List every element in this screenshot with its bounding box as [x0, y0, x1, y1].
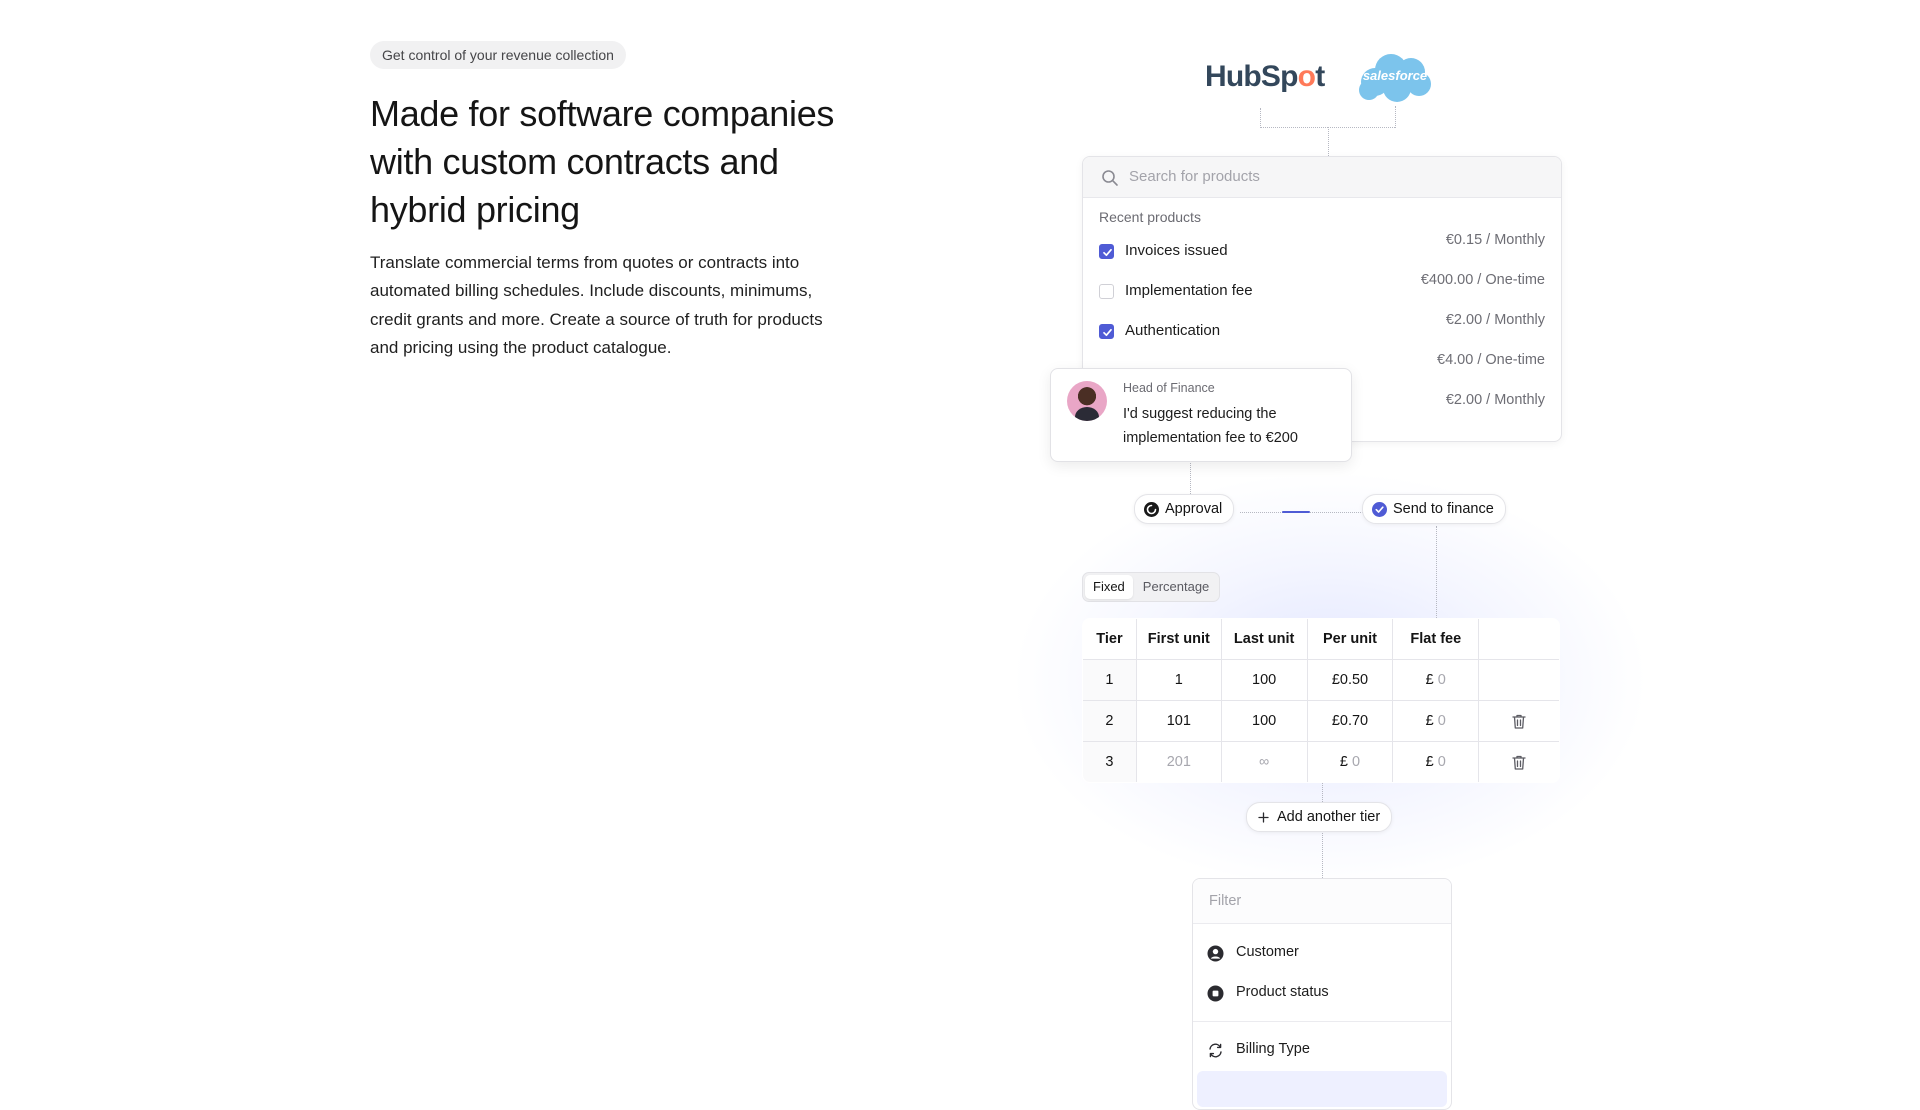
comment-author-role: Head of Finance [1123, 381, 1215, 395]
check-circle-icon [1372, 501, 1387, 517]
flat-fee-cell[interactable]: £ 0 [1392, 659, 1480, 701]
product-price: €2.00 / Monthly [1445, 312, 1545, 328]
plus-icon [1258, 811, 1269, 823]
refresh-icon [1209, 1043, 1222, 1058]
connector [1328, 127, 1329, 156]
toggle-fixed[interactable]: Fixed [1085, 575, 1133, 599]
approval-icon [1144, 501, 1159, 517]
connector [1322, 830, 1323, 878]
flat-fee-cell[interactable]: £ 0 [1392, 741, 1480, 782]
column-header-tier: Tier [1083, 619, 1137, 660]
actions-cell [1478, 659, 1559, 701]
column-header-last-unit: Last unit [1221, 619, 1308, 660]
per-unit-cell[interactable]: £ 0 [1307, 741, 1394, 782]
divider [1193, 1021, 1451, 1022]
tier-number: 3 [1083, 741, 1137, 782]
approval-pill[interactable]: Approval [1134, 494, 1235, 524]
toggle-percentage[interactable]: Percentage [1135, 575, 1218, 599]
product-price: €4.00 / One-time [1437, 352, 1545, 368]
comment-text: I'd suggest reducing the implementation … [1123, 406, 1298, 446]
filter-panel: Filter Customer Product status Billing T… [1192, 878, 1452, 1110]
trash-icon[interactable] [1511, 754, 1527, 771]
connector-progress [1282, 511, 1310, 513]
column-header-per-unit: Per unit [1307, 619, 1394, 660]
column-header-first-unit: First unit [1136, 619, 1222, 660]
connector [1395, 106, 1396, 128]
recent-products-label: Recent products [1099, 209, 1201, 225]
checkbox-checked[interactable] [1099, 324, 1114, 339]
product-name: Implementation fee [1125, 282, 1253, 299]
hero-pill: Get control of your revenue collection [370, 41, 626, 69]
page-title: Made for software companies with custom … [370, 93, 835, 230]
connector [1436, 526, 1437, 618]
product-name: Authentication [1125, 322, 1221, 339]
actions-cell [1478, 700, 1559, 742]
filter-item-billing-type[interactable]: Billing Type [1193, 1032, 1451, 1068]
filter-item-label: Product status [1236, 984, 1329, 1000]
trash-icon[interactable] [1511, 713, 1527, 730]
actions-cell [1479, 742, 1559, 783]
comment-card: Head of Finance I'd suggest reducing the… [1050, 368, 1352, 462]
connector [1260, 108, 1261, 128]
last-unit-cell[interactable]: ∞ [1221, 741, 1308, 782]
product-row[interactable]: Invoices issued €0.15 / Monthly [1083, 232, 1561, 272]
per-unit-cell[interactable]: £0.70 [1307, 700, 1394, 742]
checkbox[interactable] [1099, 284, 1114, 299]
first-unit-cell[interactable]: 101 [1136, 700, 1222, 742]
filter-item-label: Customer [1236, 944, 1299, 960]
product-search[interactable]: Search for products [1083, 157, 1561, 198]
filter-item-highlighted[interactable] [1197, 1071, 1447, 1107]
last-unit-cell[interactable]: 100 [1221, 700, 1308, 742]
table-row: 1 1 100 £0.50 £ 0 [1083, 659, 1559, 701]
connector [1260, 127, 1328, 128]
salesforce-logo-text: salesforce [1362, 68, 1428, 83]
first-unit-cell[interactable]: 1 [1136, 659, 1222, 701]
hubspot-logo: HubSpot [1205, 60, 1325, 93]
product-row[interactable]: Implementation fee €400.00 / One-time [1083, 272, 1561, 312]
product-price: €2.00 / Monthly [1445, 392, 1545, 408]
column-header-flat-fee: Flat fee [1392, 619, 1480, 660]
search-placeholder: Search for products [1129, 168, 1260, 185]
tier-table: Tier First unit Last unit Per unit Flat … [1082, 618, 1560, 783]
filter-placeholder: Filter [1209, 893, 1242, 909]
table-row: 2 101 100 £0.70 £ 0 [1083, 700, 1559, 742]
flat-fee-cell[interactable]: £ 0 [1392, 700, 1480, 742]
column-header-actions [1478, 619, 1559, 660]
tier-number: 1 [1083, 659, 1137, 701]
filter-item-customer[interactable]: Customer [1193, 935, 1451, 971]
approval-label: Approval [1165, 501, 1223, 517]
add-tier-button[interactable]: Add another tier [1246, 802, 1393, 832]
filter-item-label: Billing Type [1236, 1041, 1310, 1057]
product-name: Invoices issued [1125, 242, 1228, 259]
avatar [1067, 381, 1107, 421]
search-icon [1102, 170, 1118, 186]
product-price: €400.00 / One-time [1420, 272, 1545, 288]
last-unit-cell[interactable]: 100 [1221, 659, 1308, 701]
connector [1328, 127, 1395, 128]
connector [1322, 780, 1323, 802]
per-unit-cell[interactable]: £0.50 [1307, 659, 1394, 701]
table-row: 3 201 ∞ £ 0 £ 0 [1083, 741, 1559, 783]
product-row[interactable]: Authentication €2.00 / Monthly [1083, 312, 1561, 352]
send-to-finance-label: Send to finance [1393, 501, 1494, 517]
checkbox-checked[interactable] [1099, 244, 1114, 259]
filter-input[interactable]: Filter [1193, 879, 1451, 924]
table-header-row: Tier First unit Last unit Per unit Flat … [1083, 619, 1559, 660]
first-unit-cell[interactable]: 201 [1136, 741, 1222, 782]
filter-item-product-status[interactable]: Product status [1193, 975, 1451, 1011]
connector [1190, 460, 1191, 496]
status-icon [1207, 985, 1224, 1002]
pricing-type-toggle: Fixed Percentage [1082, 572, 1221, 602]
hero-description: Translate commercial terms from quotes o… [370, 253, 823, 357]
tier-number: 2 [1083, 700, 1137, 742]
send-to-finance-pill[interactable]: Send to finance [1362, 494, 1506, 524]
product-price: €0.15 / Monthly [1445, 232, 1545, 248]
add-tier-label: Add another tier [1277, 809, 1381, 825]
user-circle-icon [1207, 945, 1224, 962]
